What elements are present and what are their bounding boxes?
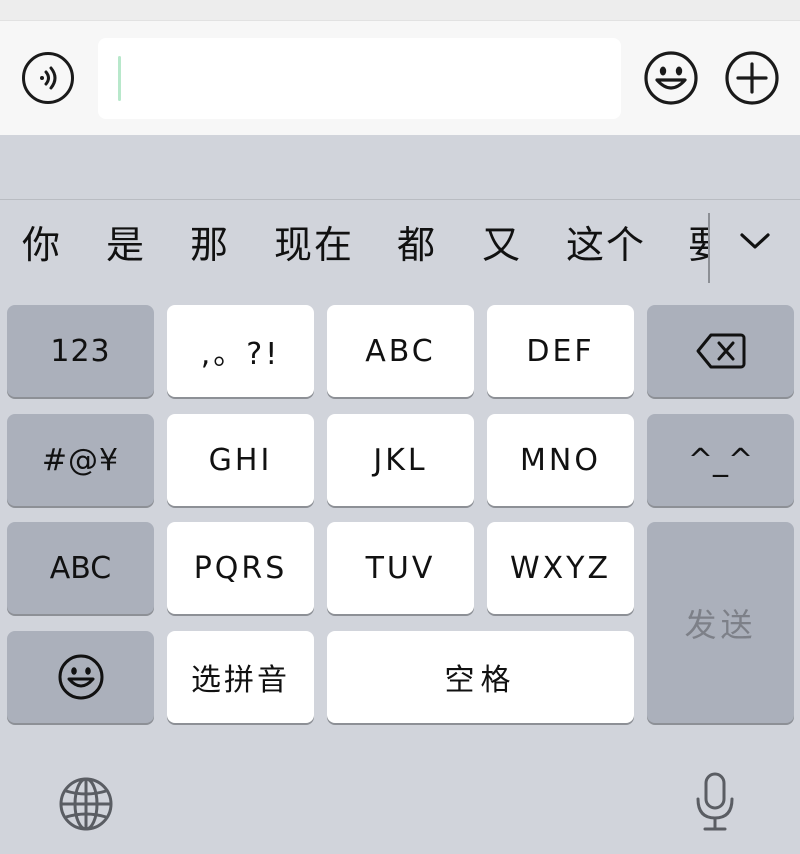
candidate-item[interactable]: 都 (397, 200, 437, 290)
candidate-bar: 你 是 那 现在 都 又 这个 要 (0, 200, 708, 290)
candidate-item[interactable]: 这个 (566, 200, 646, 290)
status-strip (0, 0, 800, 20)
plus-circle-icon (725, 51, 779, 105)
text-caret (118, 56, 121, 101)
key-label: 选拼音 (191, 663, 290, 698)
key-space[interactable]: 空格 (327, 631, 634, 723)
expand-candidates-button[interactable] (730, 223, 780, 263)
send-button[interactable]: 发送 (647, 522, 794, 723)
voice-input-button[interactable] (22, 52, 74, 104)
emoji-button[interactable] (643, 50, 699, 106)
key-label: MNO (520, 442, 601, 478)
candidate-item[interactable]: 那 (190, 200, 230, 290)
key-numbers[interactable]: 123 (7, 305, 154, 397)
candidate-separator (708, 213, 710, 283)
key-label: PQRS (193, 550, 288, 586)
key-mno[interactable]: MNO (487, 414, 634, 506)
key-label: #@¥ (41, 442, 120, 478)
key-label: GHI (208, 442, 273, 478)
backspace-icon (696, 333, 745, 369)
key-tuv[interactable]: TUV (327, 522, 474, 614)
key-abc-switch[interactable]: ABC (7, 522, 154, 614)
candidate-item[interactable]: 要 (688, 200, 708, 290)
key-label: WXYZ (509, 550, 612, 586)
key-emoji[interactable] (7, 631, 154, 723)
key-ghi[interactable]: GHI (167, 414, 314, 506)
key-label: ABC (49, 550, 112, 586)
candidate-item[interactable]: 是 (106, 200, 146, 290)
ime-keyboard: 你 是 那 现在 都 又 这个 要 123 ,。?! ABC DEF #@¥ G… (0, 135, 800, 854)
key-label: ABC (365, 333, 436, 369)
microphone-icon (696, 772, 734, 831)
send-label: 发送 (684, 605, 757, 644)
key-select-pinyin[interactable]: 选拼音 (167, 631, 314, 723)
voice-wave-icon (40, 66, 57, 90)
switch-keyboard-button[interactable] (57, 775, 115, 833)
key-backspace[interactable] (647, 305, 794, 397)
key-label: 空格 (444, 663, 517, 698)
key-symbols[interactable]: #@¥ (7, 414, 154, 506)
candidate-item[interactable]: 又 (482, 200, 522, 290)
key-label: JKL (373, 442, 428, 478)
message-input[interactable] (98, 38, 621, 119)
key-jkl[interactable]: JKL (327, 414, 474, 506)
chevron-down-icon (740, 233, 770, 249)
key-label: 123 (50, 333, 111, 369)
globe-icon (59, 777, 113, 831)
key-abc[interactable]: ABC (327, 305, 474, 397)
key-label: ^_^ (687, 442, 754, 478)
key-label: DEF (526, 333, 595, 369)
more-button[interactable] (724, 50, 780, 106)
candidate-item[interactable]: 现在 (274, 200, 354, 290)
key-def[interactable]: DEF (487, 305, 634, 397)
key-punctuation[interactable]: ,。?! (167, 305, 314, 397)
smiley-icon (644, 51, 698, 105)
key-label: ,。?! (200, 337, 281, 372)
key-label: TUV (365, 550, 436, 586)
key-kaomoji[interactable]: ^_^ (647, 414, 794, 506)
candidate-item[interactable]: 你 (22, 200, 62, 290)
dictation-button[interactable] (692, 771, 738, 833)
smiley-icon (58, 654, 103, 700)
key-wxyz[interactable]: WXYZ (487, 522, 634, 614)
chat-input-bar (0, 20, 800, 136)
key-pqrs[interactable]: PQRS (167, 522, 314, 614)
